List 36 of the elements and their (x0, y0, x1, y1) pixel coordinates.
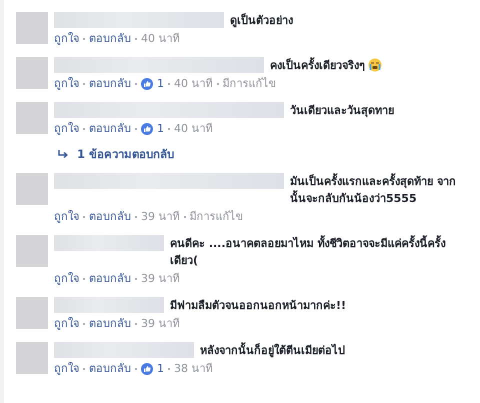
comment-text: คงเป็นครั้งเดียวจริงๆ (270, 57, 365, 74)
like-link[interactable]: ถูกใจ (54, 74, 79, 94)
reply-link[interactable]: ตอบกลับ (89, 359, 131, 379)
avatar[interactable] (16, 173, 48, 205)
avatar[interactable] (16, 12, 48, 44)
reply-link[interactable]: ตอบกลับ (89, 269, 131, 289)
like-link[interactable]: ถูกใจ (54, 269, 79, 289)
like-icon (141, 78, 153, 90)
avatar[interactable] (16, 235, 48, 267)
comment-text: วันเดียวและวันสุดทาย (290, 103, 394, 119)
comment-text: ดูเป็นตัวอย่าง (230, 12, 293, 29)
avatar[interactable] (16, 57, 48, 89)
like-link[interactable]: ถูกใจ (54, 359, 79, 379)
comment-text: มีฟามลืมตัวจนออกนอกหน้ามากค่ะ!! (170, 298, 346, 314)
view-replies-link[interactable]: 1 ข้อความตอบกลับ (77, 145, 174, 163)
avatar[interactable] (16, 342, 48, 374)
reply-link[interactable]: ตอบกลับ (89, 74, 131, 94)
like-icon (141, 363, 153, 375)
like-link[interactable]: ถูกใจ (54, 207, 79, 227)
comment-text: มันเป็นครั้งแรกและครั้งสุดท้าย จากนั้นจะกลับกันน้องว่า5555 (290, 173, 457, 207)
avatar[interactable] (16, 102, 48, 134)
like-icon (141, 123, 153, 135)
comment-text: หลังจากนั้นก็อยู่ใต้ตีนเมียต่อไป (200, 342, 345, 359)
reply-link[interactable]: ตอบกลับ (89, 29, 131, 49)
like-count[interactable]: 1 (157, 74, 164, 94)
like-link[interactable]: ถูกใจ (54, 314, 79, 334)
reply-link[interactable]: ตอบกลับ (89, 119, 131, 139)
like-link[interactable]: ถูกใจ (54, 29, 79, 49)
avatar[interactable] (16, 297, 48, 329)
reply-arrow-icon (58, 150, 69, 158)
like-count[interactable]: 1 (157, 119, 164, 139)
reply-link[interactable]: ตอบกลับ (89, 314, 131, 334)
like-count[interactable]: 1 (157, 359, 164, 379)
reply-link[interactable]: ตอบกลับ (89, 207, 131, 227)
like-link[interactable]: ถูกใจ (54, 119, 79, 139)
comment-text: คนดีคะ ....อนาคตลอยมาไหม ทั้งชีวิตอาจจะมีแค่ครั้งนี้ครั้งเดียว( (170, 235, 446, 269)
